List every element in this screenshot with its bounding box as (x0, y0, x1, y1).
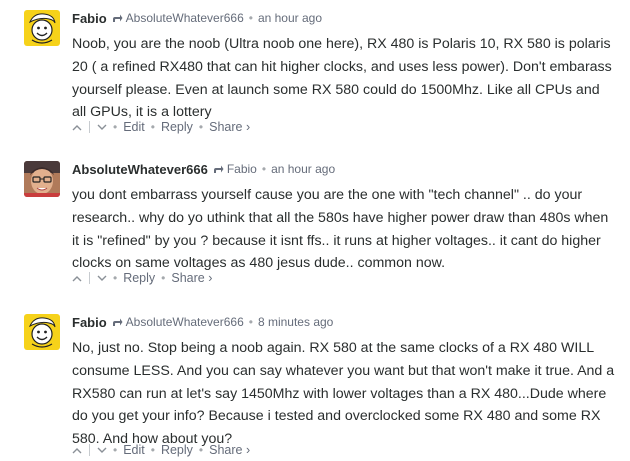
reply-button[interactable]: Reply (161, 120, 193, 134)
downvote-button[interactable] (97, 447, 107, 454)
chevron-up-icon (72, 447, 82, 453)
comment-actions: • Edit • Reply • Share › (72, 442, 250, 458)
upvote-button[interactable] (72, 275, 82, 282)
photo-avatar-icon (24, 161, 60, 197)
reply-to-user[interactable]: AbsoluteWhatever666 (126, 315, 244, 329)
vote-divider (89, 121, 90, 133)
share-button[interactable]: Share › (209, 443, 250, 457)
chevron-up-icon (72, 275, 82, 281)
reply-to-user[interactable]: AbsoluteWhatever666 (126, 11, 244, 25)
vote-divider (89, 272, 90, 284)
downvote-button[interactable] (97, 275, 107, 282)
action-separator: • (113, 443, 118, 457)
comment-body: No, just no. Stop being a noob again. RX… (72, 337, 617, 451)
comment-meta: AbsoluteWhatever666 Fabio • an hour ago (72, 161, 335, 177)
share-button[interactable]: Share › (209, 120, 250, 134)
vote-divider (89, 444, 90, 456)
timestamp[interactable]: 8 minutes ago (258, 315, 333, 329)
upvote-button[interactable] (72, 124, 82, 131)
chevron-down-icon (97, 275, 107, 281)
action-separator: • (113, 120, 118, 134)
meta-separator: • (248, 315, 253, 329)
comment-text: you dont embarrass yourself cause you ar… (72, 187, 609, 272)
edit-button[interactable]: Edit (123, 120, 145, 134)
comment-actions: • Reply • Share › (72, 270, 212, 286)
reply-button[interactable]: Reply (161, 443, 193, 457)
downvote-button[interactable] (97, 124, 107, 131)
comment-actions: • Edit • Reply • Share › (72, 119, 250, 135)
yellow-cartoon-face-avatar-icon (24, 10, 60, 46)
reply-arrow-icon (112, 318, 123, 326)
chevron-down-icon (97, 124, 107, 130)
comment-meta: Fabio AbsoluteWhatever666 • an hour ago (72, 10, 322, 26)
chevron-down-icon (97, 447, 107, 453)
action-separator: • (150, 443, 155, 457)
comment-text: No, just no. Stop being a noob again. RX… (72, 340, 615, 448)
action-separator: • (113, 271, 118, 285)
author-name[interactable]: Fabio (72, 11, 107, 26)
avatar[interactable] (24, 10, 60, 46)
upvote-button[interactable] (72, 447, 82, 454)
comment-body: Noob, you are the noob (Ultra noob one h… (72, 33, 617, 124)
comment-text: Noob, you are the noob (Ultra noob one h… (72, 36, 612, 121)
action-separator: • (161, 271, 166, 285)
edit-button[interactable]: Edit (123, 443, 145, 457)
avatar[interactable] (24, 314, 60, 350)
action-separator: • (150, 120, 155, 134)
avatar[interactable] (24, 161, 60, 197)
timestamp[interactable]: an hour ago (271, 162, 335, 176)
chevron-up-icon (72, 124, 82, 130)
author-name[interactable]: Fabio (72, 315, 107, 330)
reply-arrow-icon (112, 14, 123, 22)
comment-meta: Fabio AbsoluteWhatever666 • 8 minutes ag… (72, 314, 333, 330)
reply-to-user[interactable]: Fabio (227, 162, 257, 176)
timestamp[interactable]: an hour ago (258, 11, 322, 25)
reply-button[interactable]: Reply (123, 271, 155, 285)
comment-body: you dont embarrass yourself cause you ar… (72, 184, 617, 275)
meta-separator: • (248, 11, 253, 25)
yellow-cartoon-face-avatar-icon (24, 314, 60, 350)
meta-separator: • (261, 162, 267, 176)
action-separator: • (198, 443, 204, 457)
reply-arrow-icon (213, 165, 224, 173)
share-button[interactable]: Share › (171, 271, 212, 285)
action-separator: • (198, 120, 204, 134)
author-name[interactable]: AbsoluteWhatever666 (72, 162, 208, 177)
